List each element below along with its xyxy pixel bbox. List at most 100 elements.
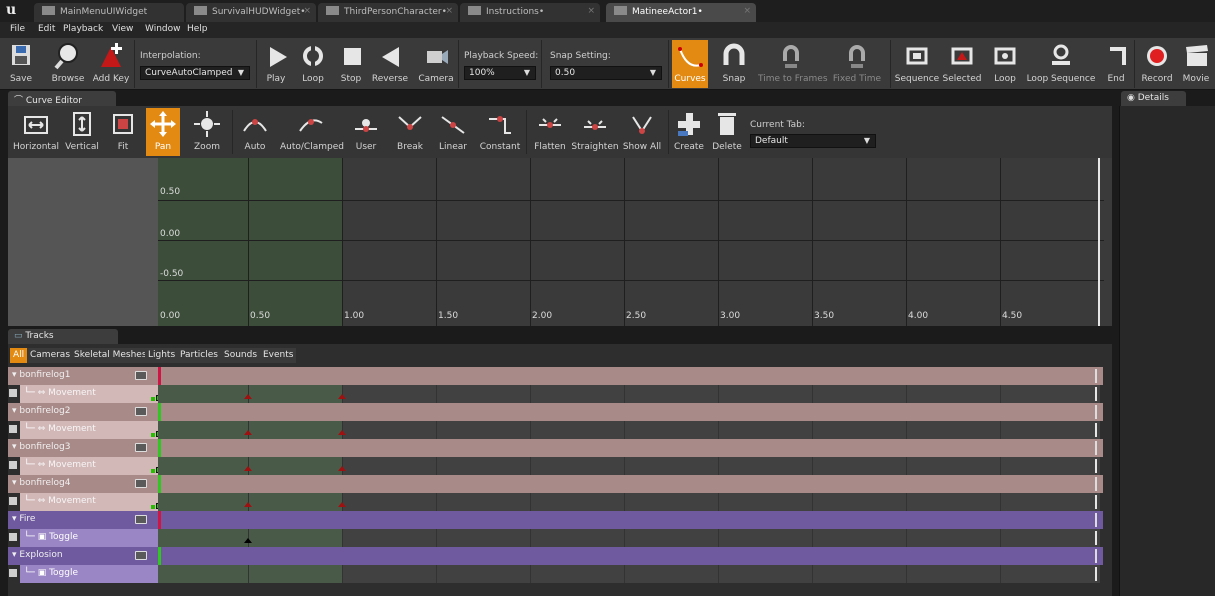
pan-button[interactable]: Pan — [146, 108, 180, 156]
current-tab-dropdown[interactable]: Default ▼ — [750, 134, 876, 148]
play-button[interactable]: Play — [262, 40, 290, 88]
filter-all[interactable]: All — [10, 348, 28, 363]
track-label-cell[interactable]: ▾ Fire — [8, 511, 158, 529]
tab-thirdpersoncharacter[interactable]: ThirdPersonCharacter• × — [318, 3, 458, 22]
track-label-cell[interactable]: └─ ▣ Toggle — [20, 565, 158, 583]
menu-playback[interactable]: Playback — [63, 24, 103, 34]
camera-button[interactable]: Camera — [418, 40, 454, 88]
save-button[interactable]: Save — [3, 40, 39, 88]
tab-matineeactor1[interactable]: MatineeActor1• × — [606, 3, 756, 22]
folder-icon[interactable] — [135, 371, 147, 380]
fit-vertical-button[interactable]: Vertical — [64, 108, 100, 156]
close-tab-icon[interactable]: × — [445, 6, 453, 16]
time-to-frames-button[interactable]: Time to Frames — [758, 40, 828, 88]
auto-tangent-button[interactable]: Auto — [238, 108, 272, 156]
loop-button[interactable]: Loop — [298, 40, 328, 88]
filter-lights[interactable]: Lights — [145, 348, 179, 363]
keyframe-marker[interactable] — [338, 394, 346, 399]
track-label-cell[interactable]: ▾ Explosion — [8, 547, 158, 565]
snap-button[interactable]: Snap — [718, 40, 750, 88]
fit-button[interactable]: Fit — [108, 108, 138, 156]
track-timeline-bar[interactable] — [161, 547, 1103, 565]
close-tab-icon[interactable]: × — [587, 6, 595, 16]
track-timeline-bar[interactable] — [161, 439, 1103, 457]
break-tangent-button[interactable]: Break — [392, 108, 428, 156]
filter-particles[interactable]: Particles — [177, 348, 221, 363]
track-enable-checkbox[interactable] — [9, 533, 17, 541]
tab-instructions[interactable]: Instructions• × — [460, 3, 600, 22]
track-row-group[interactable]: ▾ bonfirelog4 — [8, 475, 1112, 493]
flatten-button[interactable]: Flatten — [530, 108, 570, 156]
track-timeline-bar[interactable] — [161, 367, 1103, 385]
keyframe-marker[interactable] — [244, 394, 252, 399]
unreal-logo-icon[interactable]: u — [6, 2, 30, 18]
track-row-movement[interactable]: └─ ⇔ Movement — [8, 421, 1112, 439]
track-timeline-bar[interactable] — [161, 403, 1103, 421]
snap-setting-dropdown[interactable]: 0.50 ▼ — [550, 66, 662, 80]
track-row-movement[interactable]: └─ ⇔ Movement — [8, 457, 1112, 475]
straighten-button[interactable]: Straighten — [570, 108, 620, 156]
stop-button[interactable]: Stop — [337, 40, 365, 88]
tab-mainmenuuiwidget[interactable]: MainMenuUIWidget — [34, 3, 184, 22]
filter-skeletal-meshes[interactable]: Skeletal Meshes — [71, 348, 150, 363]
track-enable-checkbox[interactable] — [9, 389, 17, 397]
fit-horizontal-button[interactable]: Horizontal — [12, 108, 60, 156]
keyframe-marker[interactable] — [244, 502, 252, 507]
filter-cameras[interactable]: Cameras — [27, 348, 74, 363]
end-button[interactable]: End — [1102, 40, 1130, 88]
keyframe-marker[interactable] — [338, 430, 346, 435]
track-label-cell[interactable]: └─ ▣ Toggle — [20, 529, 158, 547]
track-row-toggle[interactable]: └─ ▣ Toggle — [8, 529, 1112, 547]
keyframe-marker[interactable] — [338, 502, 346, 507]
track-row-group[interactable]: ▾ bonfirelog2 — [8, 403, 1112, 421]
track-enable-checkbox[interactable] — [9, 425, 17, 433]
folder-icon[interactable] — [135, 515, 147, 524]
delete-tab-button[interactable]: Delete — [710, 108, 744, 156]
curves-toggle-button[interactable]: Curves — [672, 40, 708, 88]
close-tab-icon[interactable]: × — [743, 6, 751, 16]
track-enable-checkbox[interactable] — [9, 569, 17, 577]
playback-speed-dropdown[interactable]: 100% ▼ — [464, 66, 536, 80]
track-label-cell[interactable]: ▾ bonfirelog4 — [8, 475, 158, 493]
keyframe-marker[interactable] — [244, 538, 252, 543]
zoom-selected-button[interactable]: Selected — [942, 40, 982, 88]
menu-view[interactable]: View — [112, 24, 133, 34]
movie-button[interactable]: Movie — [1180, 40, 1212, 88]
folder-icon[interactable] — [135, 551, 147, 560]
tracks-tab[interactable]: ▭ Tracks — [8, 329, 118, 344]
loop-sequence-button[interactable]: Loop Sequence — [1026, 40, 1096, 88]
auto-clamped-tangent-button[interactable]: Auto/Clamped — [280, 108, 344, 156]
browse-button[interactable]: Browse — [48, 40, 88, 88]
track-label-cell[interactable]: └─ ⇔ Movement — [20, 385, 158, 403]
tab-survivalhudwidget[interactable]: SurvivalHUDWidget• × — [186, 3, 316, 22]
add-key-button[interactable]: Add Key — [92, 40, 130, 88]
reverse-button[interactable]: Reverse — [370, 40, 410, 88]
track-row-movement[interactable]: └─ ⇔ Movement — [8, 385, 1112, 403]
track-enable-checkbox[interactable] — [9, 497, 17, 505]
track-label-cell[interactable]: └─ ⇔ Movement — [20, 493, 158, 511]
track-row-group[interactable]: ▾ bonfirelog3 — [8, 439, 1112, 457]
folder-icon[interactable] — [135, 443, 147, 452]
curve-editor-tab[interactable]: ⌒ Curve Editor — [8, 91, 116, 106]
close-tab-icon[interactable]: × — [303, 6, 311, 16]
record-button[interactable]: Record — [1138, 40, 1176, 88]
track-timeline-bar[interactable] — [161, 475, 1103, 493]
keyframe-marker[interactable] — [338, 466, 346, 471]
menu-help[interactable]: Help — [187, 24, 208, 34]
track-label-cell[interactable]: └─ ⇔ Movement — [20, 421, 158, 439]
keyframe-marker[interactable] — [244, 466, 252, 471]
keyframe-marker[interactable] — [244, 430, 252, 435]
constant-tangent-button[interactable]: Constant — [478, 108, 522, 156]
show-all-button[interactable]: Show All — [622, 108, 662, 156]
zoom-sequence-button[interactable]: Sequence — [894, 40, 940, 88]
create-tab-button[interactable]: Create — [672, 108, 706, 156]
filter-sounds[interactable]: Sounds — [221, 348, 261, 363]
menu-window[interactable]: Window — [145, 24, 181, 34]
track-timeline-bar[interactable] — [161, 511, 1103, 529]
linear-tangent-button[interactable]: Linear — [436, 108, 470, 156]
track-label-cell[interactable]: ▾ bonfirelog1 — [8, 367, 158, 385]
folder-icon[interactable] — [135, 479, 147, 488]
zoom-loop-button[interactable]: Loop — [990, 40, 1020, 88]
zoom-button[interactable]: Zoom — [190, 108, 224, 156]
track-row-movement[interactable]: └─ ⇔ Movement — [8, 493, 1112, 511]
